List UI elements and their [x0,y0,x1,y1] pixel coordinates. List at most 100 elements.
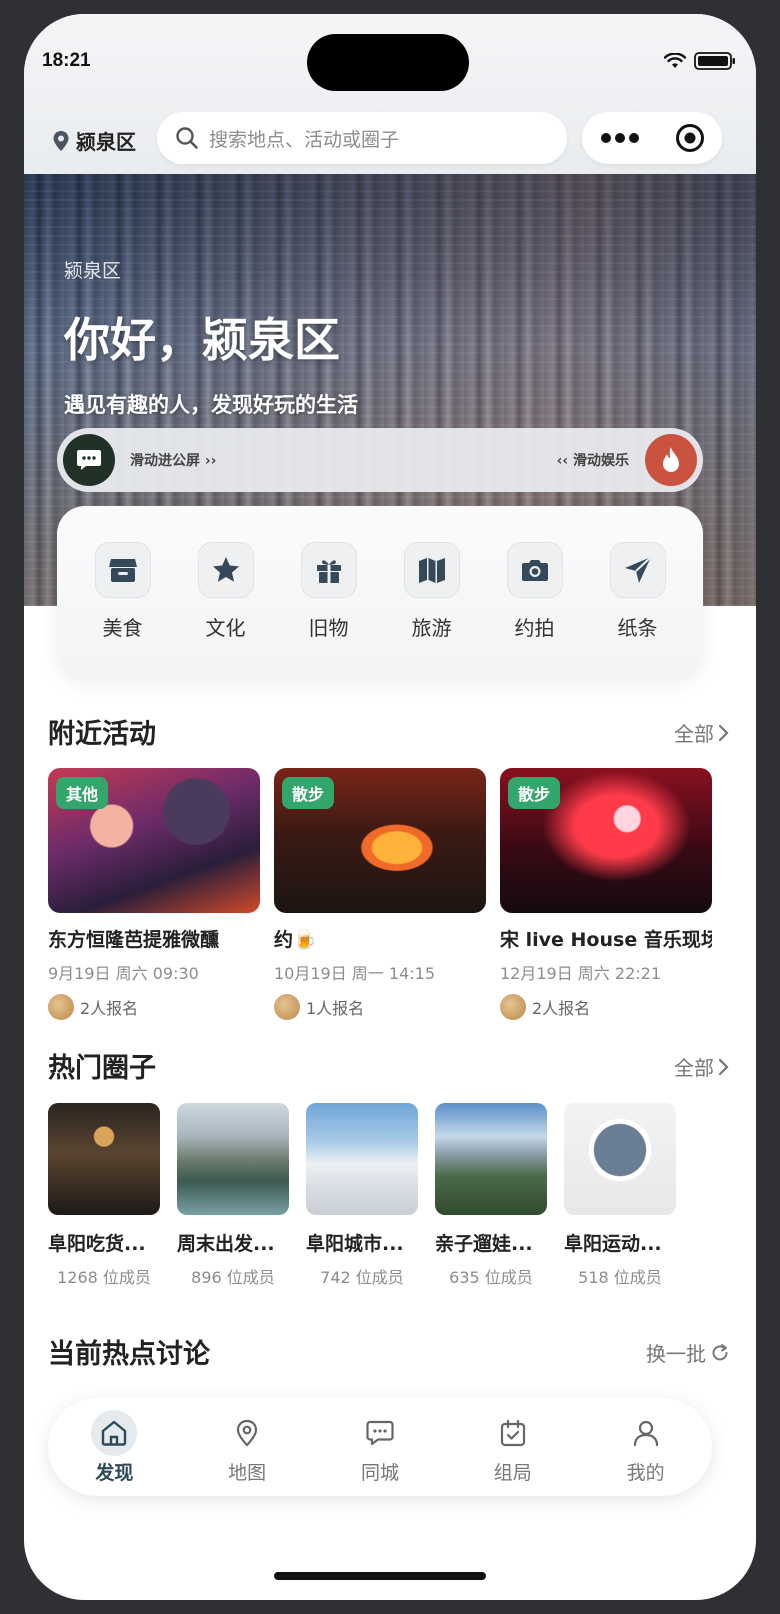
circle-image [306,1103,418,1215]
bottom-tab-bar: 发现 地图 同城 组局 我的 [48,1398,712,1496]
status-icons [664,52,736,70]
entertainment-button[interactable] [645,434,697,486]
public-screen-button[interactable] [63,434,115,486]
user-icon [633,1420,658,1446]
fire-icon [663,447,679,472]
activity-signups: 1人报名 [274,994,486,1020]
hot-circles-list: 阜阳吃货... 1268 位成员 周末出发... 896 位成员 阜阳城市...… [48,1103,676,1288]
category-culture[interactable]: 文化 [186,542,266,676]
location-label: 颍泉区 [76,130,136,154]
circle-card[interactable]: 周末出发... 896 位成员 [177,1103,289,1288]
search-placeholder: 搜索地点、活动或圈子 [209,128,400,151]
status-time: 18:21 [42,50,91,71]
dynamic-island [307,34,469,91]
category-photo[interactable]: 约拍 [495,542,575,676]
search-bar[interactable]: 搜索地点、活动或圈子 [157,112,567,164]
home-indicator [274,1572,486,1580]
map-icon [418,558,445,583]
circle-card[interactable]: 亲子遛娃... 635 位成员 [435,1103,547,1288]
avatar [48,994,74,1020]
activity-signups: 2人报名 [48,994,260,1020]
slide-right-label: ‹‹ 滑动娱乐 [556,453,629,469]
category-secondhand[interactable]: 旧物 [289,542,369,676]
circle-name: 周末出发... [177,1233,275,1255]
avatar [500,994,526,1020]
tab-discover[interactable]: 发现 [64,1409,164,1485]
chat-bubble-icon [366,1420,394,1445]
circle-name: 阜阳城市... [306,1233,404,1255]
tab-map[interactable]: 地图 [197,1410,297,1485]
close-target-icon[interactable] [675,123,705,153]
nearby-activities-list: 其他 东方恒隆芭提雅微醺 9月19日 周六 09:30 2人报名 散步 约🍺 1… [48,768,712,1020]
category-card: 美食 文化 旧物 旅游 约拍 纸条 [57,506,703,676]
circle-member-count: 742 位成员 [320,1268,404,1287]
activity-card[interactable]: 散步 宋 live House 音乐现场 12月19日 周六 22:21 2人报… [500,768,712,1020]
location-selector[interactable]: 颍泉区 [52,126,136,155]
circle-card[interactable]: 阜阳吃货... 1268 位成员 [48,1103,160,1288]
avatar [274,994,300,1020]
gift-icon [316,560,341,583]
activity-title: 东方恒隆芭提雅微醺 [48,929,220,951]
hero-tagline: 遇见有趣的人，发现好玩的生活 [64,393,358,417]
tab-group[interactable]: 组局 [463,1410,563,1485]
activity-title: 约🍺 [274,929,317,951]
circle-member-count: 1268 位成员 [57,1268,151,1287]
slide-left-label: 滑动进公屏 ›› [130,453,217,469]
chevron-right-icon [718,724,729,741]
mini-program-capsule [582,112,722,164]
category-food[interactable]: 美食 [83,542,163,676]
activity-card[interactable]: 散步 约🍺 10月19日 周一 14:15 1人报名 [274,768,486,1020]
nearby-more-link[interactable]: 全部 [674,718,730,747]
phone-screen: 18:21 颍泉区 搜索地点、活动或圈子 颍泉区 你好，颍泉区 遇见有趣的人，发… [24,14,756,1600]
circles-more-link[interactable]: 全部 [674,1052,730,1081]
chevron-right-icon [718,1058,729,1075]
refresh-icon [712,1343,728,1360]
circle-image [48,1103,160,1215]
calendar-check-icon [500,1419,525,1446]
circle-member-count: 635 位成员 [449,1268,533,1287]
circle-name: 亲子遛娃... [435,1233,533,1255]
circle-image [177,1103,289,1215]
hot-topics-title: 当前热点讨论 [48,1339,210,1370]
location-pin-icon [53,130,69,151]
category-note[interactable]: 纸条 [598,542,678,676]
hot-circles-title: 热门圈子 [48,1053,156,1084]
send-icon [624,556,652,583]
activity-date: 10月19日 周一 14:15 [274,964,436,983]
tab-local[interactable]: 同城 [330,1410,430,1485]
camera-icon [521,560,548,581]
circle-member-count: 896 位成员 [191,1268,275,1287]
battery-icon [694,52,735,70]
activity-image: 散步 [500,768,712,913]
hero-subtitle: 颍泉区 [64,260,122,282]
activity-signups: 2人报名 [500,994,712,1020]
hero-title: 你好，颍泉区 [64,313,340,367]
circle-member-count: 518 位成员 [578,1268,662,1287]
star-icon [212,557,239,582]
activity-tag: 其他 [56,777,109,809]
activity-tag: 散步 [508,777,561,809]
chat-icon [77,450,101,470]
activity-image: 散步 [274,768,486,913]
circle-card[interactable]: 阜阳运动... 518 位成员 [564,1103,676,1288]
swipe-slider[interactable]: 滑动进公屏 ›› ‹‹ 滑动娱乐 [57,428,703,492]
more-icon[interactable] [600,131,640,145]
location-pin-icon [237,1419,258,1447]
activity-date: 9月19日 周六 09:30 [48,964,199,983]
circle-image [435,1103,547,1215]
nearby-activities-title: 附近活动 [48,719,156,750]
category-travel[interactable]: 旅游 [392,542,472,676]
circle-name: 阜阳吃货... [48,1233,146,1255]
circle-card[interactable]: 阜阳城市... 742 位成员 [306,1103,418,1288]
circle-name: 阜阳运动... [564,1233,662,1255]
home-icon [102,1420,127,1446]
activity-tag: 散步 [282,777,335,809]
circle-image [564,1103,676,1215]
tab-profile[interactable]: 我的 [596,1410,696,1485]
activity-card[interactable]: 其他 东方恒隆芭提雅微醺 9月19日 周六 09:30 2人报名 [48,768,260,1020]
search-icon [176,127,198,149]
store-icon [108,559,137,582]
activity-image: 其他 [48,768,260,913]
refresh-button[interactable]: 换一批 [646,1338,730,1367]
activity-date: 12月19日 周六 22:21 [500,964,662,983]
